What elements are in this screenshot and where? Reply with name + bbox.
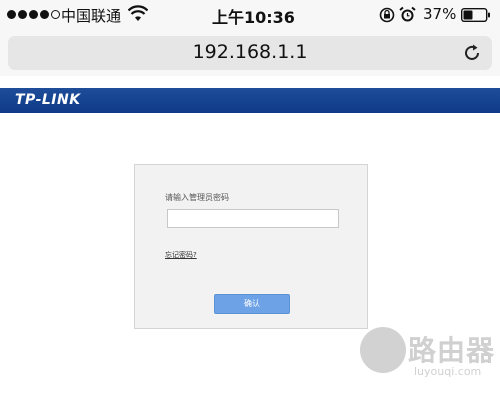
carrier-name: 中国联通 xyxy=(61,7,122,25)
address-bar[interactable]: 192.168.1.1 xyxy=(8,36,492,70)
tp-link-logo: TP-LINK xyxy=(15,92,81,108)
password-label: 请输入管理员密码 xyxy=(165,193,229,202)
watermark-url: luyouqi.com xyxy=(414,365,482,378)
battery-icon xyxy=(461,8,490,22)
password-input[interactable] xyxy=(167,209,339,228)
wifi-icon xyxy=(128,5,148,21)
router-logo-icon xyxy=(360,327,406,373)
alarm-icon xyxy=(399,6,416,22)
forgot-password-link[interactable]: 忘记密码? xyxy=(165,250,197,260)
watermark-title: 路由器 xyxy=(408,334,496,367)
brand-header: TP-LINK xyxy=(0,88,500,113)
url-text[interactable]: 192.168.1.1 xyxy=(8,41,492,63)
battery-percent: 37% xyxy=(423,5,457,23)
reload-icon[interactable] xyxy=(462,43,482,63)
signal-strength-icon xyxy=(7,10,60,19)
clock-time: 上午10:36 xyxy=(212,8,295,27)
rotation-lock-icon xyxy=(379,7,395,23)
confirm-button[interactable]: 确认 xyxy=(214,294,290,314)
browser-address-area: 192.168.1.1 xyxy=(0,30,500,76)
login-panel: 请输入管理员密码 忘记密码? 确认 xyxy=(134,164,368,329)
watermark: 路由器 luyouqi.com xyxy=(360,327,500,393)
status-bar: 中国联通 上午10:36 37% xyxy=(0,0,500,30)
